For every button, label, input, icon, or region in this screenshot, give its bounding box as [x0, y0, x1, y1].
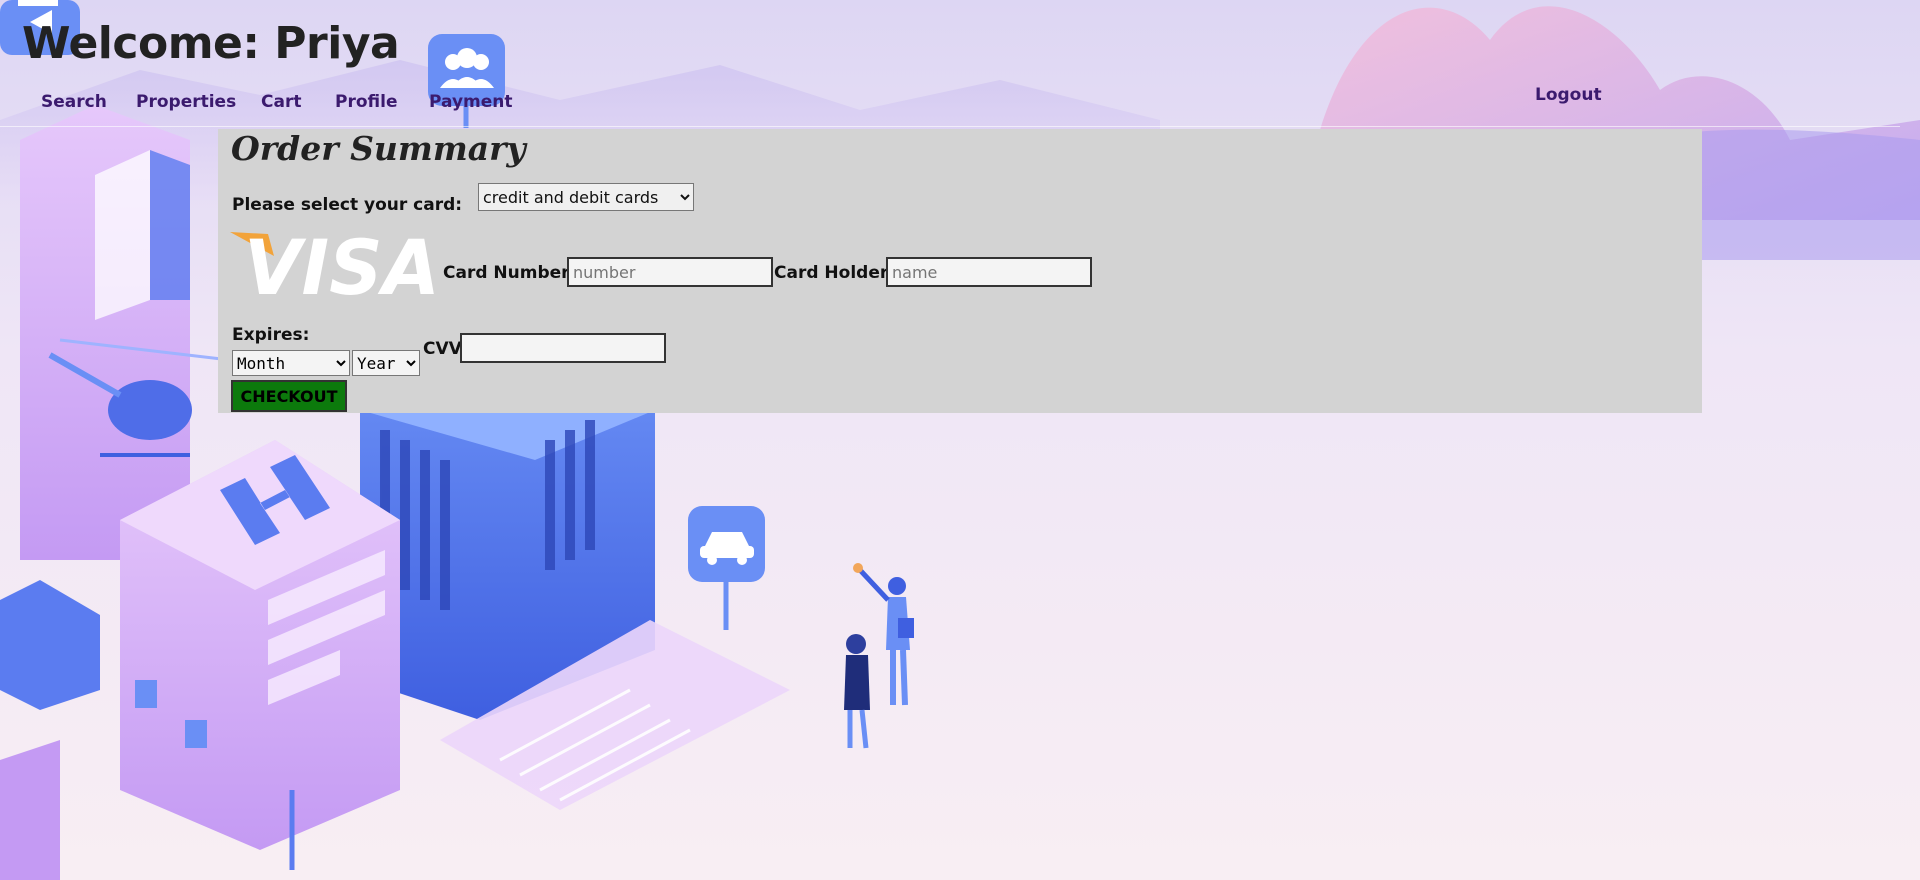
visa-logo: VISA — [230, 230, 440, 298]
expiry-year-select[interactable]: Year — [352, 350, 420, 376]
expiry-month-select[interactable]: Month — [232, 350, 350, 376]
visa-logo-text: VISA — [244, 230, 440, 298]
card-number-label: Card Number: — [443, 263, 577, 283]
card-number-input[interactable] — [567, 257, 773, 287]
select-card-label: Please select your card: — [232, 195, 463, 215]
nav-payment[interactable]: Payment — [429, 92, 513, 112]
order-summary-panel: Order Summary Please select your card: c… — [218, 129, 1702, 413]
car-pin-icon — [688, 506, 765, 630]
nav-search[interactable]: Search — [41, 92, 107, 112]
main-nav: Search Properties Cart Profile Payment L… — [0, 85, 1900, 128]
card-type-select[interactable]: credit and debit cards — [478, 183, 694, 211]
cvv-input[interactable] — [460, 333, 666, 363]
expires-label: Expires: — [232, 325, 310, 345]
order-summary-title: Order Summary — [231, 129, 526, 168]
checkout-button[interactable]: CHECKOUT — [231, 380, 347, 412]
nav-cart[interactable]: Cart — [261, 92, 301, 112]
cvv-label: CVV — [423, 339, 462, 359]
nav-logout[interactable]: Logout — [1535, 85, 1602, 105]
card-holder-input[interactable] — [886, 257, 1092, 287]
card-holder-label: Card Holder: — [774, 263, 896, 283]
nav-properties[interactable]: Properties — [136, 92, 236, 112]
page-title: Welcome: Priya — [22, 18, 400, 69]
nav-profile[interactable]: Profile — [335, 92, 397, 112]
